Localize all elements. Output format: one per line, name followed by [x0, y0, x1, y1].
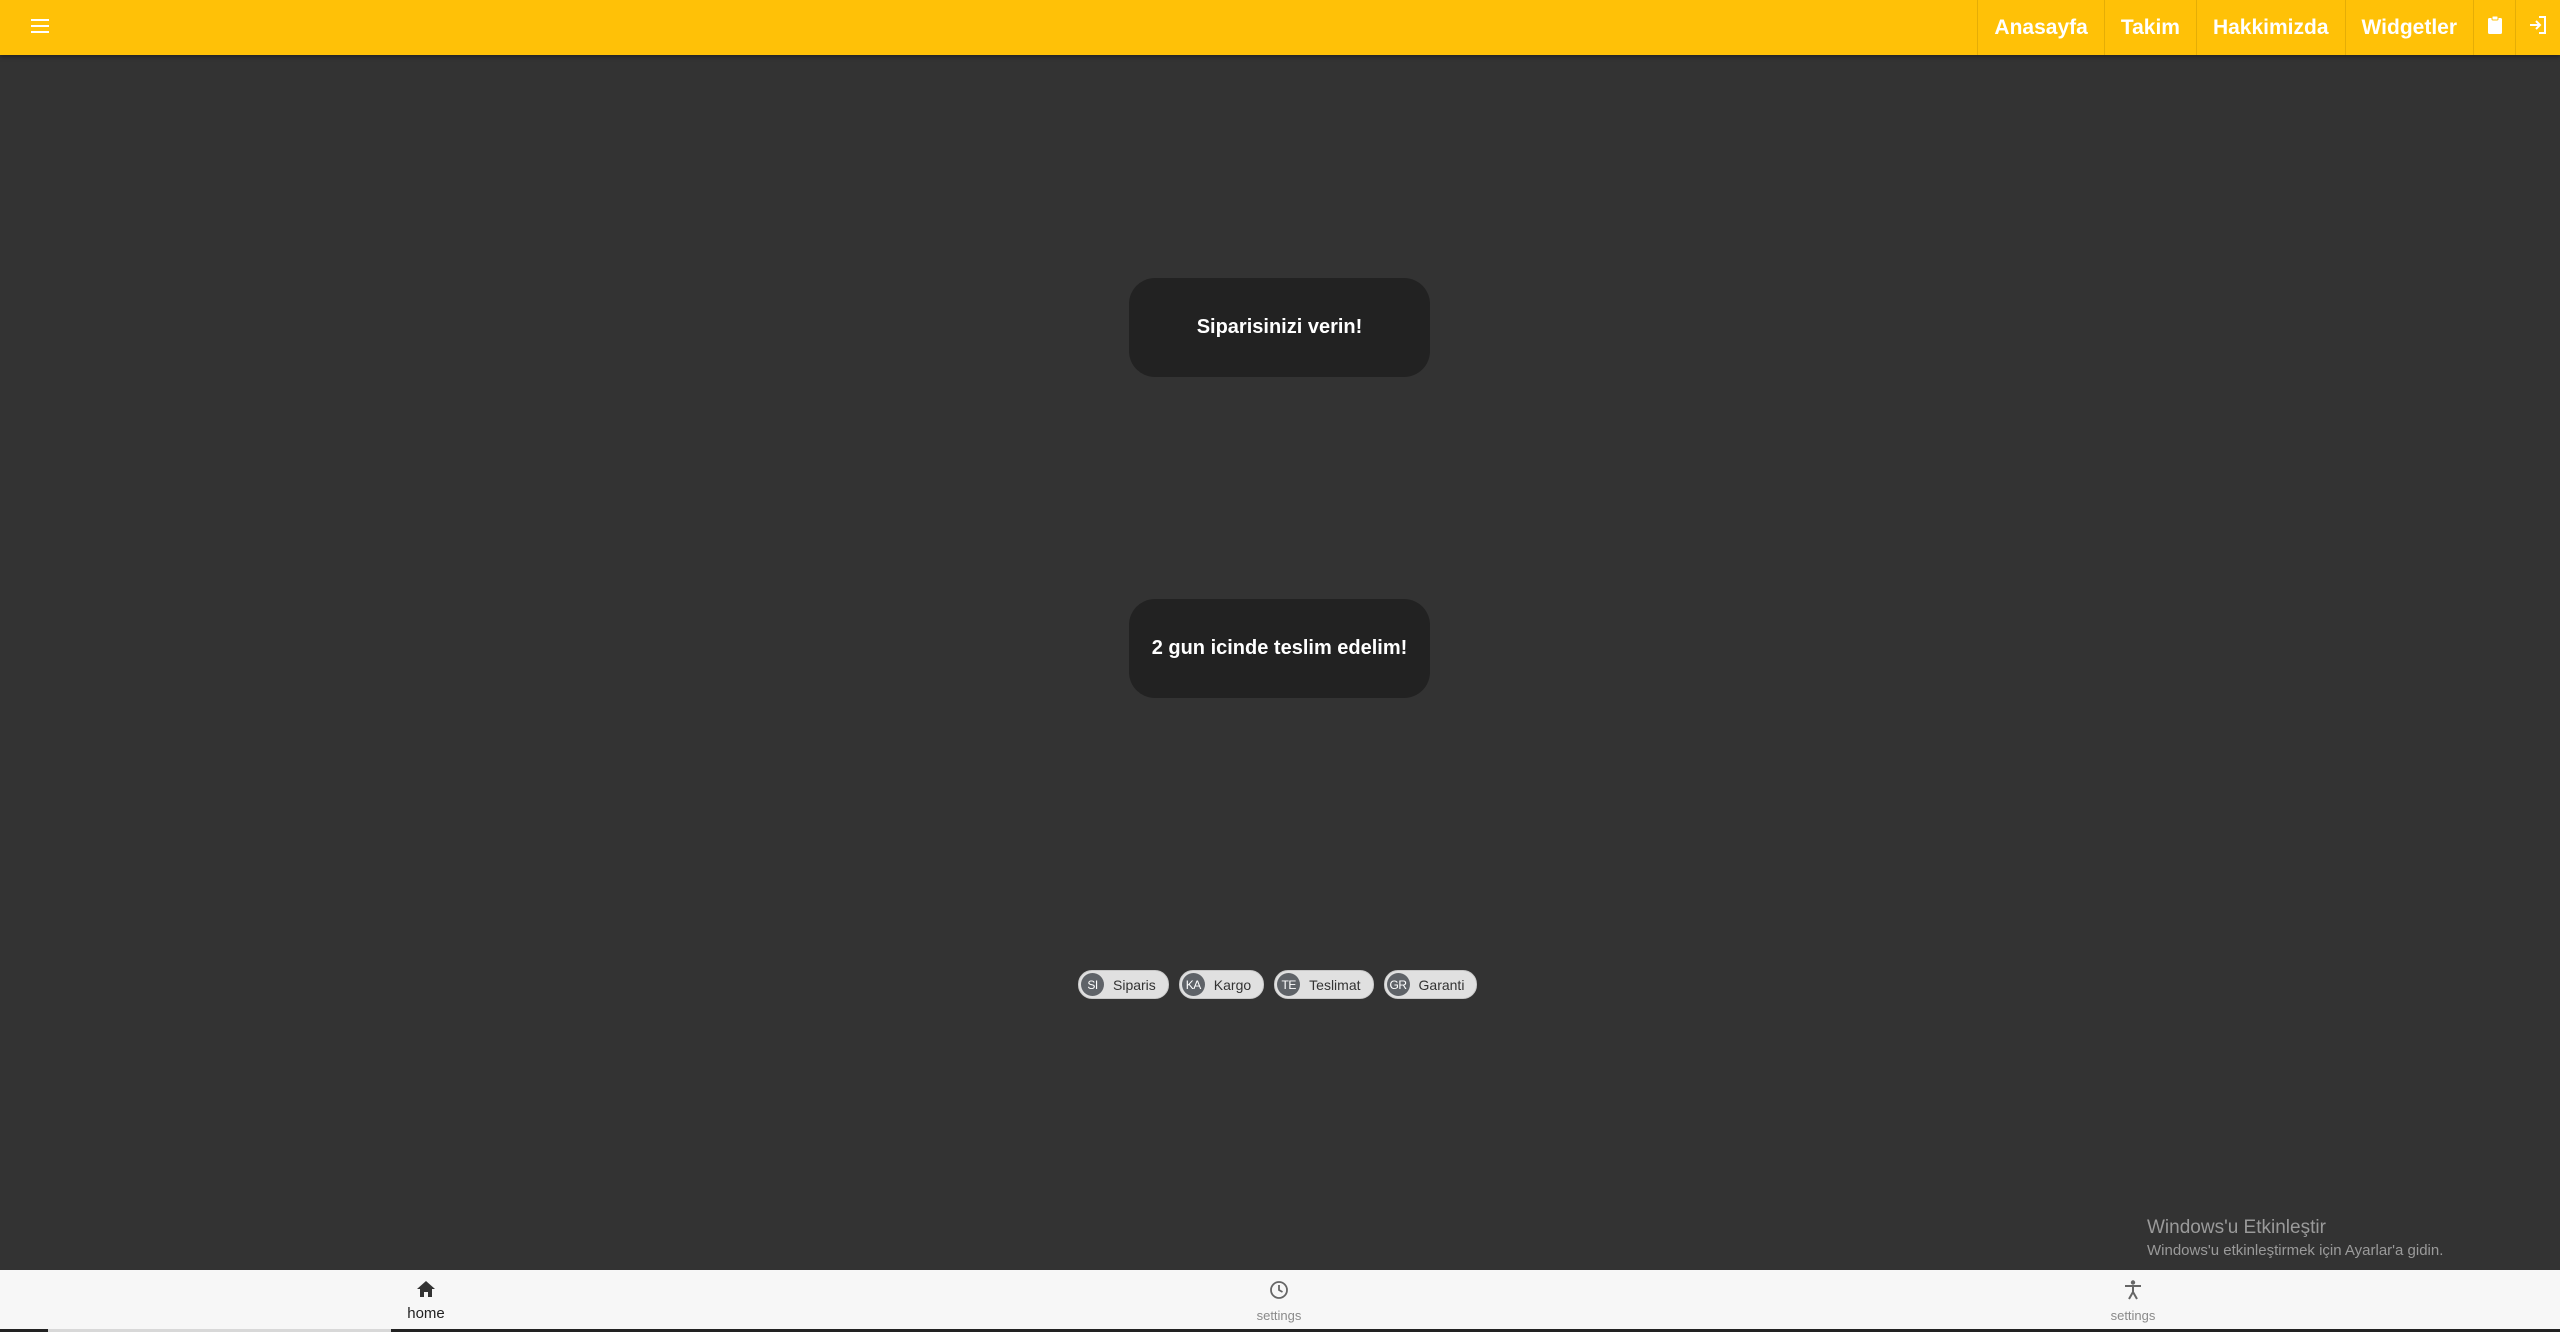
clock-icon — [1269, 1280, 1289, 1305]
chip-avatar: SI — [1081, 973, 1104, 996]
chip-label: Garanti — [1418, 976, 1465, 993]
bottom-nav-label: home — [407, 1304, 445, 1322]
nav-item-hakkimizda[interactable]: Hakkimizda — [2195, 0, 2345, 55]
chip-label: Teslimat — [1309, 976, 1361, 993]
top-nav: Anasayfa Takim Hakkimizda Widgetler — [1977, 0, 2560, 55]
login-button[interactable] — [2515, 0, 2560, 55]
windows-activation-watermark: Windows'u Etkinleştir Windows'u etkinleş… — [2147, 1216, 2443, 1262]
chip-avatar: TE — [1277, 973, 1301, 996]
order-card: Siparisinizi verin! — [1129, 278, 1430, 377]
home-icon — [417, 1280, 435, 1302]
chip-avatar: GR — [1386, 973, 1410, 996]
chip-teslimat[interactable]: TE Teslimat — [1274, 970, 1374, 999]
accessibility-icon — [2124, 1279, 2142, 1305]
delivery-card-text: 2 gun icinde teslim edelim! — [1151, 637, 1408, 659]
watermark-title: Windows'u Etkinleştir — [2147, 1217, 2326, 1238]
bottom-nav-settings-accessibility[interactable]: settings — [1706, 1270, 2560, 1332]
chip-label: Kargo — [1213, 976, 1252, 993]
menu-button[interactable] — [22, 12, 58, 44]
delivery-card: 2 gun icinde teslim edelim! — [1129, 599, 1430, 698]
menu-icon — [31, 18, 49, 38]
clipboard-icon — [2487, 15, 2503, 40]
chip-avatar: KA — [1181, 973, 1205, 996]
chip-siparis[interactable]: SI Siparis — [1078, 970, 1169, 999]
chip-label: Siparis — [1113, 976, 1156, 993]
nav-item-takim[interactable]: Takim — [2103, 0, 2196, 55]
app: Anasayfa Takim Hakkimizda Widgetler Sipa… — [0, 0, 2560, 1332]
clipboard-button[interactable] — [2473, 0, 2515, 55]
nav-item-widgetler[interactable]: Widgetler — [2344, 0, 2473, 55]
bottom-nav-label: settings — [1256, 1307, 1302, 1323]
bottom-nav-label: settings — [2110, 1307, 2156, 1323]
chip-garanti[interactable]: GR Garanti — [1383, 970, 1478, 999]
chip-group: SI Siparis KA Kargo TE Teslimat GR Garan… — [1078, 970, 1478, 999]
bottom-navigation: home settings settings — [0, 1270, 2560, 1332]
bottom-nav-settings-clock[interactable]: settings — [852, 1270, 1706, 1332]
watermark-subtitle: Windows'u etkinleştirmek için Ayarlar'a … — [2147, 1242, 2444, 1259]
top-app-bar: Anasayfa Takim Hakkimizda Widgetler — [0, 0, 2560, 55]
order-card-text: Siparisinizi verin! — [1196, 316, 1363, 338]
chip-kargo[interactable]: KA Kargo — [1178, 970, 1265, 999]
bottom-nav-home[interactable]: home — [0, 1270, 852, 1332]
nav-item-anasayfa[interactable]: Anasayfa — [1977, 0, 2103, 55]
login-icon — [2528, 15, 2548, 40]
